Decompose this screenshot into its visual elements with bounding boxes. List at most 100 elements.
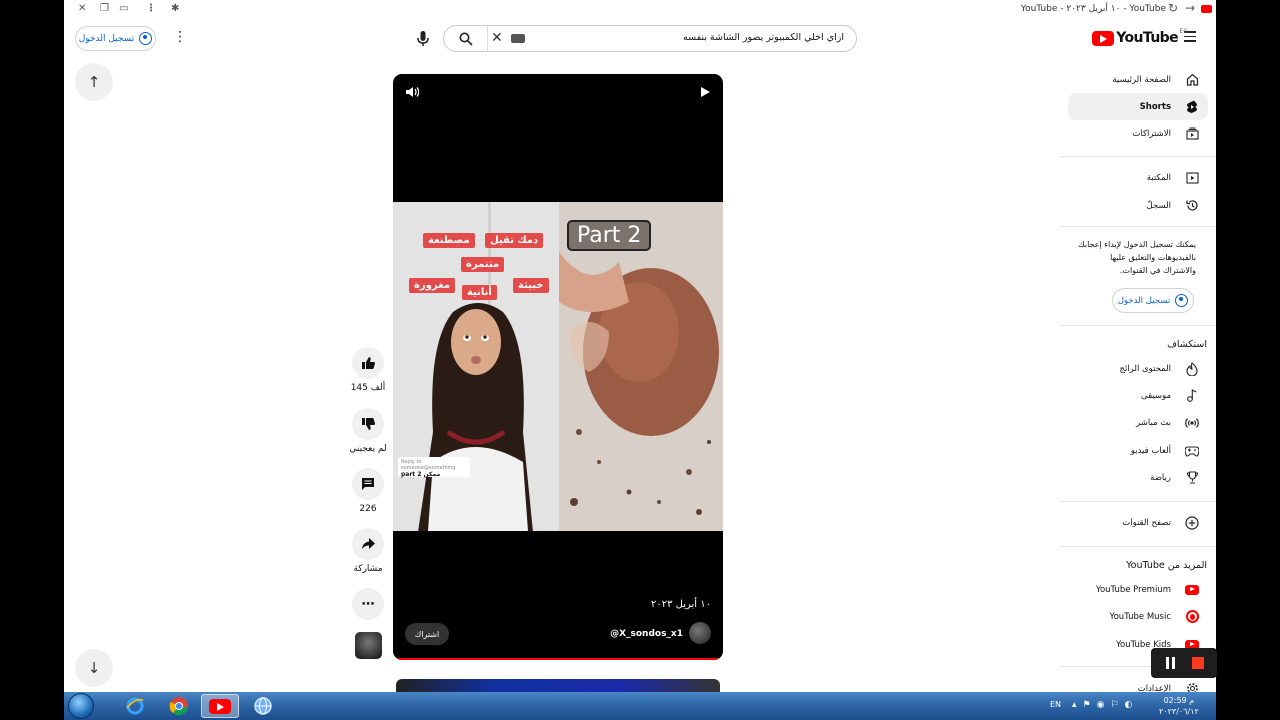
taskbar-chrome[interactable]: [160, 694, 198, 718]
logo-region: EG: [1179, 28, 1188, 35]
previous-video-button[interactable]: ↑: [75, 63, 113, 101]
tag-label: مصطنعة: [423, 233, 475, 248]
reload-icon[interactable]: ↻: [1168, 1, 1178, 15]
sidebar-item-music[interactable]: موسيقى: [1068, 382, 1208, 409]
share-button[interactable]: [352, 528, 384, 560]
video-left-panel: مصطنعة دمك تقيل متنمرة مغرورة أنانية خبي…: [393, 202, 559, 531]
sidebar-item-shorts[interactable]: Shorts: [1068, 93, 1208, 120]
restore-window-icon[interactable]: ❐: [100, 3, 109, 14]
sidebar-item-history[interactable]: السجلّ: [1068, 192, 1208, 219]
extensions-icon[interactable]: ✱: [171, 3, 179, 14]
sidebar-item-sports[interactable]: رياضة: [1068, 464, 1208, 491]
add-circle-icon: [1185, 515, 1199, 530]
share-label: مشاركة: [353, 564, 383, 574]
browser-window: ✕ ❐ ▭ ⋮ ✱ YouTube - ١٠ أبريل ٢٠٢٣ - YouT…: [64, 0, 1216, 692]
sidebar-item-gaming[interactable]: ألعاب فيديو: [1068, 437, 1208, 464]
taskbar-internet-explorer[interactable]: [116, 694, 154, 718]
play-icon[interactable]: [701, 87, 710, 97]
browser-menu-icon[interactable]: ⋮: [146, 3, 156, 14]
sidebar-item-home[interactable]: الصفحة الرئيسية: [1068, 66, 1208, 93]
shorts-icon: [1185, 100, 1199, 114]
browser-title-bar: ✕ ❐ ▭ ⋮ ✱ YouTube - ١٠ أبريل ٢٠٢٣ - YouT…: [64, 0, 1216, 20]
channel-name[interactable]: @X_sondos_x1: [610, 629, 683, 639]
tag-label: متنمرة: [461, 257, 505, 272]
tag-label: أنانية: [462, 285, 497, 300]
account-icon: [139, 32, 153, 45]
search-input[interactable]: ازاي اخلي الكمبيوتر يصور الشاشة بنفسه: [683, 32, 844, 43]
close-window-icon[interactable]: ✕: [78, 3, 86, 14]
system-tray-icons[interactable]: ▴⚑◉⚐◐: [1072, 700, 1138, 710]
more-horizontal-icon: ⋯: [361, 596, 375, 612]
comment-icon: [362, 478, 374, 490]
sidebar-item-trending[interactable]: المحتوى الرائج: [1068, 355, 1208, 382]
sound-thumbnail[interactable]: [355, 632, 382, 659]
youtube-logo-icon: [1092, 30, 1115, 46]
signin-label: تسجيل الدخول: [78, 33, 135, 44]
sidebar-item-label: الصفحة الرئيسية: [1112, 74, 1171, 85]
comments-button[interactable]: [352, 468, 384, 500]
youtube-logo[interactable]: YouTube EG: [1092, 28, 1188, 47]
signin-button[interactable]: تسجيل الدخول: [75, 26, 156, 51]
like-button[interactable]: [352, 347, 384, 379]
start-button[interactable]: [68, 693, 94, 719]
sidebar-item-premium[interactable]: YouTube Premium: [1068, 576, 1208, 603]
pause-recording-button[interactable]: [1165, 654, 1177, 673]
voice-search-icon[interactable]: [416, 30, 430, 48]
comment-count: 226: [359, 504, 377, 514]
like-count: 145 ألف: [350, 383, 386, 393]
sidebar-item-music-app[interactable]: YouTube Music: [1068, 603, 1208, 630]
thumbs-down-icon: [362, 418, 375, 430]
sidebar-item-library[interactable]: المكتبة: [1068, 164, 1208, 191]
minimize-window-icon[interactable]: ▭: [119, 3, 128, 14]
comment-action: 226: [352, 468, 384, 514]
sidebar-item-subscriptions[interactable]: الاشتراكات: [1068, 120, 1208, 147]
next-video-button[interactable]: ↓: [75, 649, 113, 687]
dislike-button[interactable]: [352, 408, 384, 440]
tab-title: YouTube - ١٠ أبريل ٢٠٢٣ - YouTube: [1020, 4, 1166, 14]
thumbs-up-icon: [362, 357, 375, 369]
person-figure: [393, 202, 559, 531]
sidebar-item-label: Shorts: [1139, 101, 1171, 112]
shorts-player[interactable]: مصطنعة دمك تقيل متنمرة مغرورة أنانية خبي…: [393, 74, 723, 660]
keyboard-icon[interactable]: [511, 34, 525, 43]
arrow-up-icon: ↑: [87, 73, 101, 91]
windows-taskbar: EN ▴⚑◉⚐◐ 02:59 م ٢٠٢٣/٠٦/١٢: [64, 692, 1216, 720]
dislike-action: لم يعجبني: [349, 408, 387, 454]
share-action: مشاركة: [352, 528, 384, 574]
stop-recording-button[interactable]: [1191, 657, 1204, 669]
clock[interactable]: 02:59 م ٢٠٢٣/٠٦/١٢: [1159, 695, 1199, 717]
next-short-preview[interactable]: [396, 679, 720, 692]
more-actions-button[interactable]: ⋯: [352, 588, 384, 620]
forward-icon[interactable]: →: [1185, 1, 1195, 15]
more-from-youtube-heading: المزيد من YouTube: [1126, 560, 1207, 571]
divider: [1060, 156, 1216, 157]
desktop: ✕ ❐ ▭ ⋮ ✱ YouTube - ١٠ أبريل ٢٠٢٣ - YouT…: [0, 0, 1280, 720]
trending-icon: [1185, 361, 1199, 376]
chrome-icon: [169, 697, 188, 716]
search-button[interactable]: [444, 26, 488, 51]
sidebar-item-label: السجلّ: [1146, 200, 1171, 211]
sidebar-item-live[interactable]: بث مباشر: [1068, 409, 1208, 436]
progress-bar[interactable]: [393, 658, 723, 660]
settings-menu-icon[interactable]: ⋮: [173, 30, 187, 44]
like-action: 145 ألف: [351, 347, 385, 393]
gaming-icon: [1185, 444, 1199, 458]
reply-sticker: Reply to someone@something part 2 ممكن: [398, 457, 470, 478]
clear-search-icon[interactable]: ✕: [491, 30, 503, 46]
clock-date: ٢٠٢٣/٠٦/١٢: [1159, 707, 1199, 716]
channel-avatar[interactable]: [689, 622, 711, 644]
explore-heading: استكشاف: [1167, 339, 1207, 350]
subscribe-button[interactable]: اشتراك: [405, 623, 449, 645]
sidebar-item-label: تصفح القنوات: [1122, 517, 1171, 528]
subscriptions-icon: [1185, 127, 1199, 141]
input-language[interactable]: EN: [1050, 700, 1061, 709]
sidebar-signin-button[interactable]: تسجيل الدخول: [1112, 288, 1194, 313]
search-box[interactable]: ✕ ازاي اخلي الكمبيوتر يصور الشاشة بنفسه: [443, 25, 857, 52]
tag-label: دمك تقيل: [485, 233, 544, 248]
taskbar-app[interactable]: [244, 694, 282, 718]
sidebar-item-browse-channels[interactable]: تصفح القنوات: [1068, 509, 1208, 536]
more-action: ⋯: [352, 588, 384, 620]
sidebar-item-label: المكتبة: [1146, 172, 1171, 183]
taskbar-youtube[interactable]: [201, 694, 239, 718]
volume-icon[interactable]: [405, 86, 419, 98]
